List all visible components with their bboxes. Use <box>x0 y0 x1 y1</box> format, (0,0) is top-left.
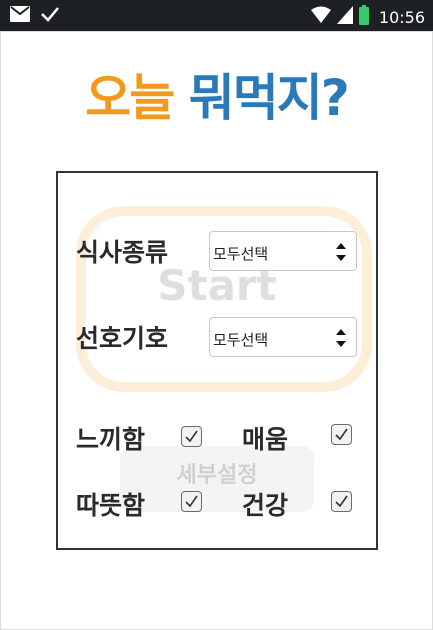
greasy-checkbox[interactable] <box>181 426 202 447</box>
wifi-icon <box>310 6 331 28</box>
check-mark-icon <box>185 430 198 443</box>
clock: 10:56 <box>378 7 425 27</box>
app-title: 오늘 뭐먹지? <box>0 58 433 130</box>
title-part-today: 오늘 <box>85 69 175 127</box>
healthy-label: 건강 <box>242 491 289 520</box>
status-bar: 10:56 <box>0 0 433 31</box>
preference-select[interactable]: 모두선택 <box>209 317 357 357</box>
meal-type-label: 식사종류 <box>76 238 169 267</box>
settings-panel: Start 세부설정 식사종류 모두선택 선호기호 모두선택 느끼함 매움 따뜻… <box>56 171 378 550</box>
spicy-checkbox[interactable] <box>331 424 352 445</box>
check-mark-icon <box>185 495 198 508</box>
check-mark-icon <box>335 428 348 441</box>
warm-checkbox[interactable] <box>181 491 202 512</box>
healthy-checkbox[interactable] <box>331 491 352 512</box>
preference-value: 모두선택 <box>213 331 269 349</box>
battery-icon <box>358 5 369 29</box>
meal-type-select[interactable]: 모두선택 <box>209 231 357 271</box>
spinner-arrows-icon <box>335 326 347 350</box>
check-icon <box>40 6 60 26</box>
spinner-arrows-icon <box>335 240 347 264</box>
detail-settings-label: 세부설정 <box>176 463 258 488</box>
signal-icon <box>336 6 353 28</box>
mail-icon <box>10 6 30 26</box>
meal-type-value: 모두선택 <box>213 245 269 263</box>
warm-label: 따뜻함 <box>76 491 146 520</box>
title-part-what-to-eat: 뭐먹지? <box>188 69 350 127</box>
greasy-label: 느끼함 <box>76 425 146 454</box>
check-mark-icon <box>335 495 348 508</box>
spicy-label: 매움 <box>242 425 289 454</box>
preference-label: 선호기호 <box>76 324 169 353</box>
